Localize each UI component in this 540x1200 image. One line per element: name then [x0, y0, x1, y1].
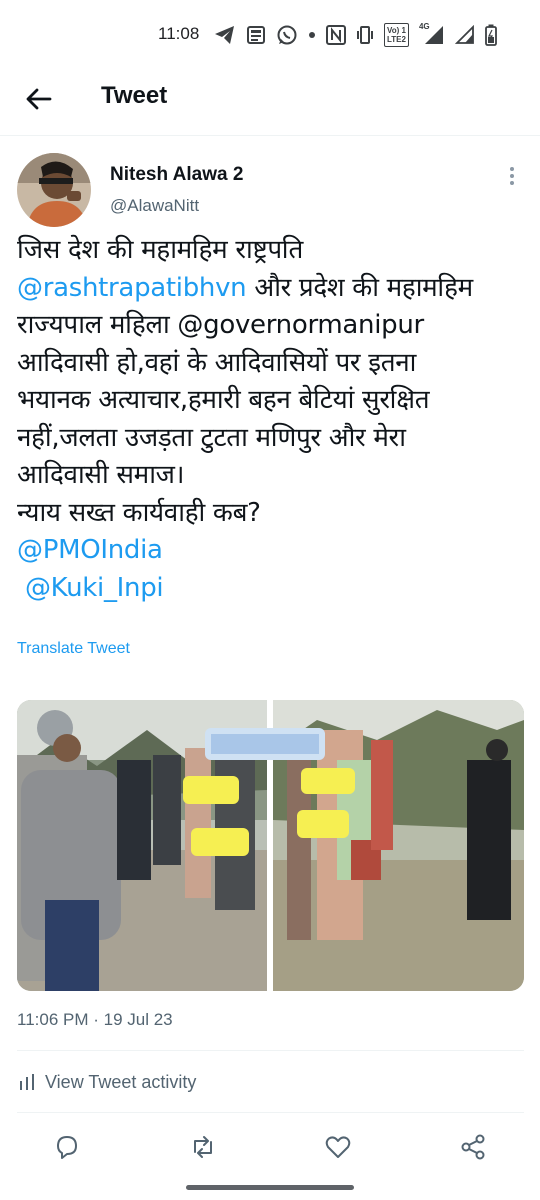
volte-line1: Vo) 1: [387, 26, 406, 35]
avatar[interactable]: [17, 153, 91, 227]
tweet-line-5: भयानक अत्याचार,हमारी बहन बेटियां सुरक्षि…: [17, 385, 430, 415]
status-time: 11:08: [158, 24, 200, 43]
telegram-icon: [215, 26, 234, 44]
divider: [17, 1050, 524, 1051]
whatsapp-icon: [277, 25, 297, 45]
volte-icon: Vo) 1 LTE2: [384, 23, 409, 47]
dot-icon: [309, 32, 315, 38]
tweet-line-6: नहीं,जलता उजड़ता टुटता मणिपुर और मेरा: [17, 422, 406, 453]
reply-icon[interactable]: [52, 1132, 82, 1162]
tweet-media[interactable]: [17, 700, 524, 991]
status-bar: 11:08 Vo) 1 LTE2 4G: [0, 0, 540, 64]
tweet-line-7: आदिवासी समाज।: [17, 460, 185, 490]
signal-icon: [454, 25, 474, 44]
home-indicator[interactable]: [186, 1185, 354, 1190]
back-arrow-icon[interactable]: [22, 82, 56, 116]
mention-kuki-inpi[interactable]: @Kuki_Inpi: [17, 573, 164, 603]
divider: [17, 1112, 524, 1113]
4g-signal-icon: 4G: [419, 22, 445, 46]
tweet-line-1: जिस देश की महामहिम राष्ट्रपति: [17, 235, 304, 265]
more-options-icon[interactable]: [505, 164, 519, 188]
tweet-header: Tweet: [0, 64, 540, 136]
tweet-line-3: राज्यपाल महिला @governormanipur: [17, 310, 424, 340]
battery-icon: [485, 24, 497, 46]
action-bar: [0, 1128, 540, 1168]
view-tweet-activity-label: View Tweet activity: [45, 1071, 197, 1092]
author-handle[interactable]: @AlawaNitt: [110, 196, 199, 216]
vibrate-icon: [357, 26, 373, 44]
mention-rashtrapatibhvn[interactable]: @rashtrapatibhvn: [17, 273, 247, 303]
page-title: Tweet: [101, 82, 168, 109]
tweet-line-10: @Kuki_Inpi: [17, 570, 532, 608]
view-tweet-activity[interactable]: View Tweet activity: [17, 1068, 196, 1096]
news-icon: [247, 26, 265, 44]
retweet-icon[interactable]: [188, 1132, 218, 1162]
status-icons: Vo) 1 LTE2 4G: [214, 22, 497, 48]
tweet-line-8: न्याय सख्त कार्यवाही कब?: [17, 497, 261, 528]
analytics-icon: [20, 1074, 34, 1090]
tweet-text: जिस देश की महामहिम राष्ट्रपति @rashtrapa…: [17, 232, 532, 607]
mention-pmoindia[interactable]: @PMOIndia: [17, 535, 163, 565]
share-icon[interactable]: [458, 1132, 488, 1162]
tweet-line-2: @rashtrapatibhvn और प्रदेश की महामहिम: [17, 270, 532, 308]
nfc-icon: [326, 25, 346, 45]
tweet-line-9: @PMOIndia: [17, 532, 532, 570]
tweet-line-2-rest: और प्रदेश की महामहिम: [246, 272, 473, 303]
tweet-timestamp: 11:06 PM · 19 Jul 23: [17, 1010, 173, 1029]
like-icon[interactable]: [323, 1132, 353, 1162]
volte-line2: LTE2: [387, 35, 406, 44]
tweet-line-4: आदिवासी हो,वहां के आदिवासियों पर इतना: [17, 347, 417, 378]
translate-tweet-link[interactable]: Translate Tweet: [17, 640, 130, 658]
author-name[interactable]: Nitesh Alawa 2: [110, 164, 243, 186]
